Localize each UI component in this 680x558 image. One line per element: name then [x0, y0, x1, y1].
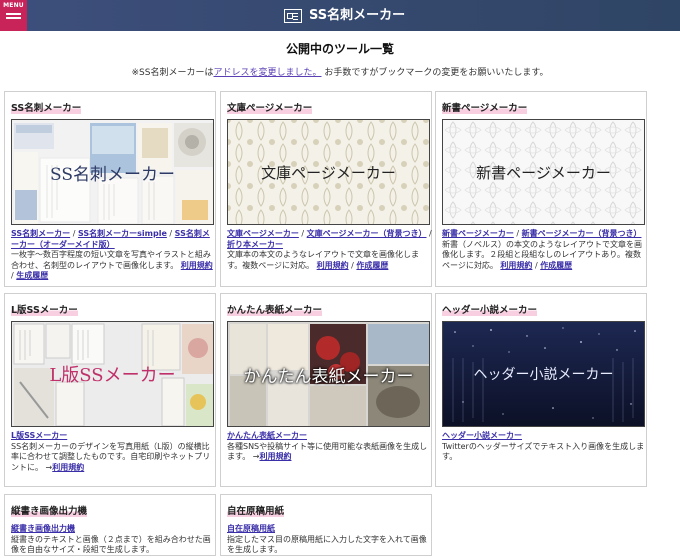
page-title: 公開中のツール一覧 [285, 42, 394, 56]
thumbnail-header-novel[interactable]: ヘッダー小説メーカー [442, 321, 645, 427]
tool-card-ss-meishi: SS名刺メーカー SS名刺メーカー SS名刺メーカー / SS名刺メーカーsim… [4, 91, 216, 287]
link-genkou[interactable]: 自在原稿用紙 [227, 524, 275, 533]
thumbnail-caption: SS名刺メーカー [12, 120, 213, 224]
thumbnail-caption: 新書ページメーカー [476, 163, 611, 182]
hamburger-icon-bar [6, 17, 21, 19]
thumbnail-caption: L版SSメーカー [49, 365, 176, 386]
separator: / [516, 229, 520, 238]
menu-button[interactable]: MENU [0, 0, 27, 31]
card-links: 縦書き画像出力機 縦書きのテキストと画像（２点まで）を組み合わせた画像を自由なサ… [11, 524, 216, 556]
terms-link[interactable]: 利用規約 [259, 452, 291, 461]
separator: / [429, 229, 432, 238]
separator: / [11, 271, 14, 280]
tool-card-bunko: 文庫ページメーカー 文庫ページメーカー 文庫ページメーカー / 文庫ページメーカ… [220, 91, 432, 287]
thumbnail-shinsho[interactable]: 新書ページメーカー [442, 119, 645, 225]
card-title: 自在原稿用紙 [227, 503, 285, 517]
notice-suffix: お手数ですがブックマークの変更をお願いいたします。 [324, 68, 549, 78]
card-links: SS名刺メーカー / SS名刺メーカーsimple / SS名刺メーカー（オーダ… [11, 229, 216, 282]
card-title: 縦書き画像出力機 [11, 503, 88, 517]
card-links: L版SSメーカー SS名刺メーカーのデザインを写真用紙（L版）の縦横比率に合わせ… [11, 431, 216, 473]
card-title: 新書ページメーカー [442, 100, 528, 114]
tool-card-header-novel: ヘッダー小説メーカー ヘッダー小説メーカー ヘッダー小説メーカー Twitter… [435, 293, 647, 487]
tool-card-tategaki: 縦書き画像出力機 縦書き画像出力機 縦書きのテキストと画像（２点まで）を組み合わ… [4, 494, 216, 556]
link-hyoushi[interactable]: かんたん表紙メーカー [227, 431, 307, 440]
card-title: SS名刺メーカー [11, 100, 82, 114]
separator: / [351, 260, 354, 270]
link-bunko[interactable]: 文庫ページメーカー [227, 229, 299, 238]
card-title: ヘッダー小説メーカー [442, 302, 538, 316]
card-links: かんたん表紙メーカー 各種SNSや投稿サイト等に使用可能な表紙画像を生成します。… [227, 431, 432, 463]
card-links: 自在原稿用紙 指定したマス目の原稿用紙に入力した文字を入れて画像を生成します。 [227, 524, 432, 556]
address-change-link[interactable]: アドレスを変更しました。 [213, 68, 321, 78]
terms-link[interactable]: 利用規約 [52, 463, 84, 472]
separator: / [534, 260, 538, 270]
link-shinsho[interactable]: 新書ページメーカー [442, 229, 514, 238]
terms-link[interactable]: 利用規約 [500, 261, 532, 270]
link-ss-meishi[interactable]: SS名刺メーカー [11, 229, 70, 238]
link-orihon[interactable]: 折り本メーカー [227, 240, 283, 249]
menu-label: MENU [3, 2, 24, 9]
link-bunko-bg[interactable]: 文庫ページメーカー（背景つき） [307, 229, 427, 238]
card-description: 指定したマス目の原稿用紙に入力した文字を入れて画像を生成します。 [227, 534, 427, 555]
separator: / [301, 229, 305, 238]
card-description: Twitterのヘッダーサイズでテキスト入り画像を生成します。 [442, 441, 645, 462]
hamburger-icon [6, 13, 21, 15]
top-header: MENU SS名刺メーカー [0, 0, 680, 31]
tool-card-lban: L版SSメーカー L版SSメーカー L版SSメーカー SS名刺メーカーのデザイン… [4, 293, 216, 487]
separator: / [169, 229, 173, 238]
card-links: 文庫ページメーカー / 文庫ページメーカー（背景つき） / 折り本メーカー 文庫… [227, 229, 432, 271]
card-logo-icon [284, 8, 302, 23]
thumbnail-caption: 文庫ページメーカー [261, 163, 396, 182]
site-title[interactable]: SS名刺メーカー [284, 6, 405, 25]
link-shinsho-bg[interactable]: 新書ページメーカー（背景つき） [522, 229, 642, 238]
tool-card-hyoushi: かんたん表紙メーカー かんたん表紙メーカー かんたん表紙メーカー 各種SNSや投… [220, 293, 432, 487]
terms-link[interactable]: 利用規約 [181, 261, 213, 270]
tool-card-genkou: 自在原稿用紙 自在原稿用紙 指定したマス目の原稿用紙に入力した文字を入れて画像を… [220, 494, 432, 556]
thumbnail-lban[interactable]: L版SSメーカー [11, 321, 214, 427]
history-link[interactable]: 作成履歴 [540, 261, 572, 270]
thumbnail-ss-meishi[interactable]: SS名刺メーカー [11, 119, 214, 225]
history-link[interactable]: 作成履歴 [356, 261, 388, 270]
thumbnail-hyoushi[interactable]: かんたん表紙メーカー [227, 321, 430, 427]
card-description: 縦書きのテキストと画像（２点まで）を組み合わせた画像を自由なサイズ・段組で生成し… [11, 534, 211, 555]
card-title: L版SSメーカー [11, 302, 78, 316]
card-title: 文庫ページメーカー [227, 100, 313, 114]
thumbnail-caption: ヘッダー小説メーカー [473, 367, 614, 383]
card-title: かんたん表紙メーカー [227, 302, 323, 316]
card-description: SS名刺メーカーのデザインを写真用紙（L版）の縦横比率に合わせて調整したものです… [11, 441, 211, 472]
tool-card-shinsho: 新書ページメーカー 新書ページメーカー 新書ページメーカー / 新書ページメーカ… [435, 91, 647, 287]
thumbnail-caption: かんたん表紙メーカー [243, 366, 414, 387]
notice-prefix: ※SS名刺メーカーは [131, 68, 214, 78]
card-links: ヘッダー小説メーカー Twitterのヘッダーサイズでテキスト入り画像を生成しま… [442, 431, 647, 463]
link-tategaki[interactable]: 縦書き画像出力機 [11, 524, 75, 533]
link-lban[interactable]: L版SSメーカー [11, 431, 67, 440]
thumbnail-bunko[interactable]: 文庫ページメーカー [227, 119, 430, 225]
address-change-notice: ※SS名刺メーカーはアドレスを変更しました。 お手数ですがブックマークの変更をお… [0, 65, 680, 78]
link-ss-meishi-simple[interactable]: SS名刺メーカーsimple [78, 229, 167, 238]
terms-link[interactable]: 利用規約 [317, 261, 349, 270]
history-link[interactable]: 生成履歴 [16, 271, 48, 280]
site-title-text: SS名刺メーカー [309, 8, 406, 23]
card-links: 新書ページメーカー / 新書ページメーカー（背景つき） 新書（ノベルス）の本文の… [442, 229, 647, 271]
separator: / [72, 229, 76, 238]
link-header-novel[interactable]: ヘッダー小説メーカー [442, 431, 522, 440]
